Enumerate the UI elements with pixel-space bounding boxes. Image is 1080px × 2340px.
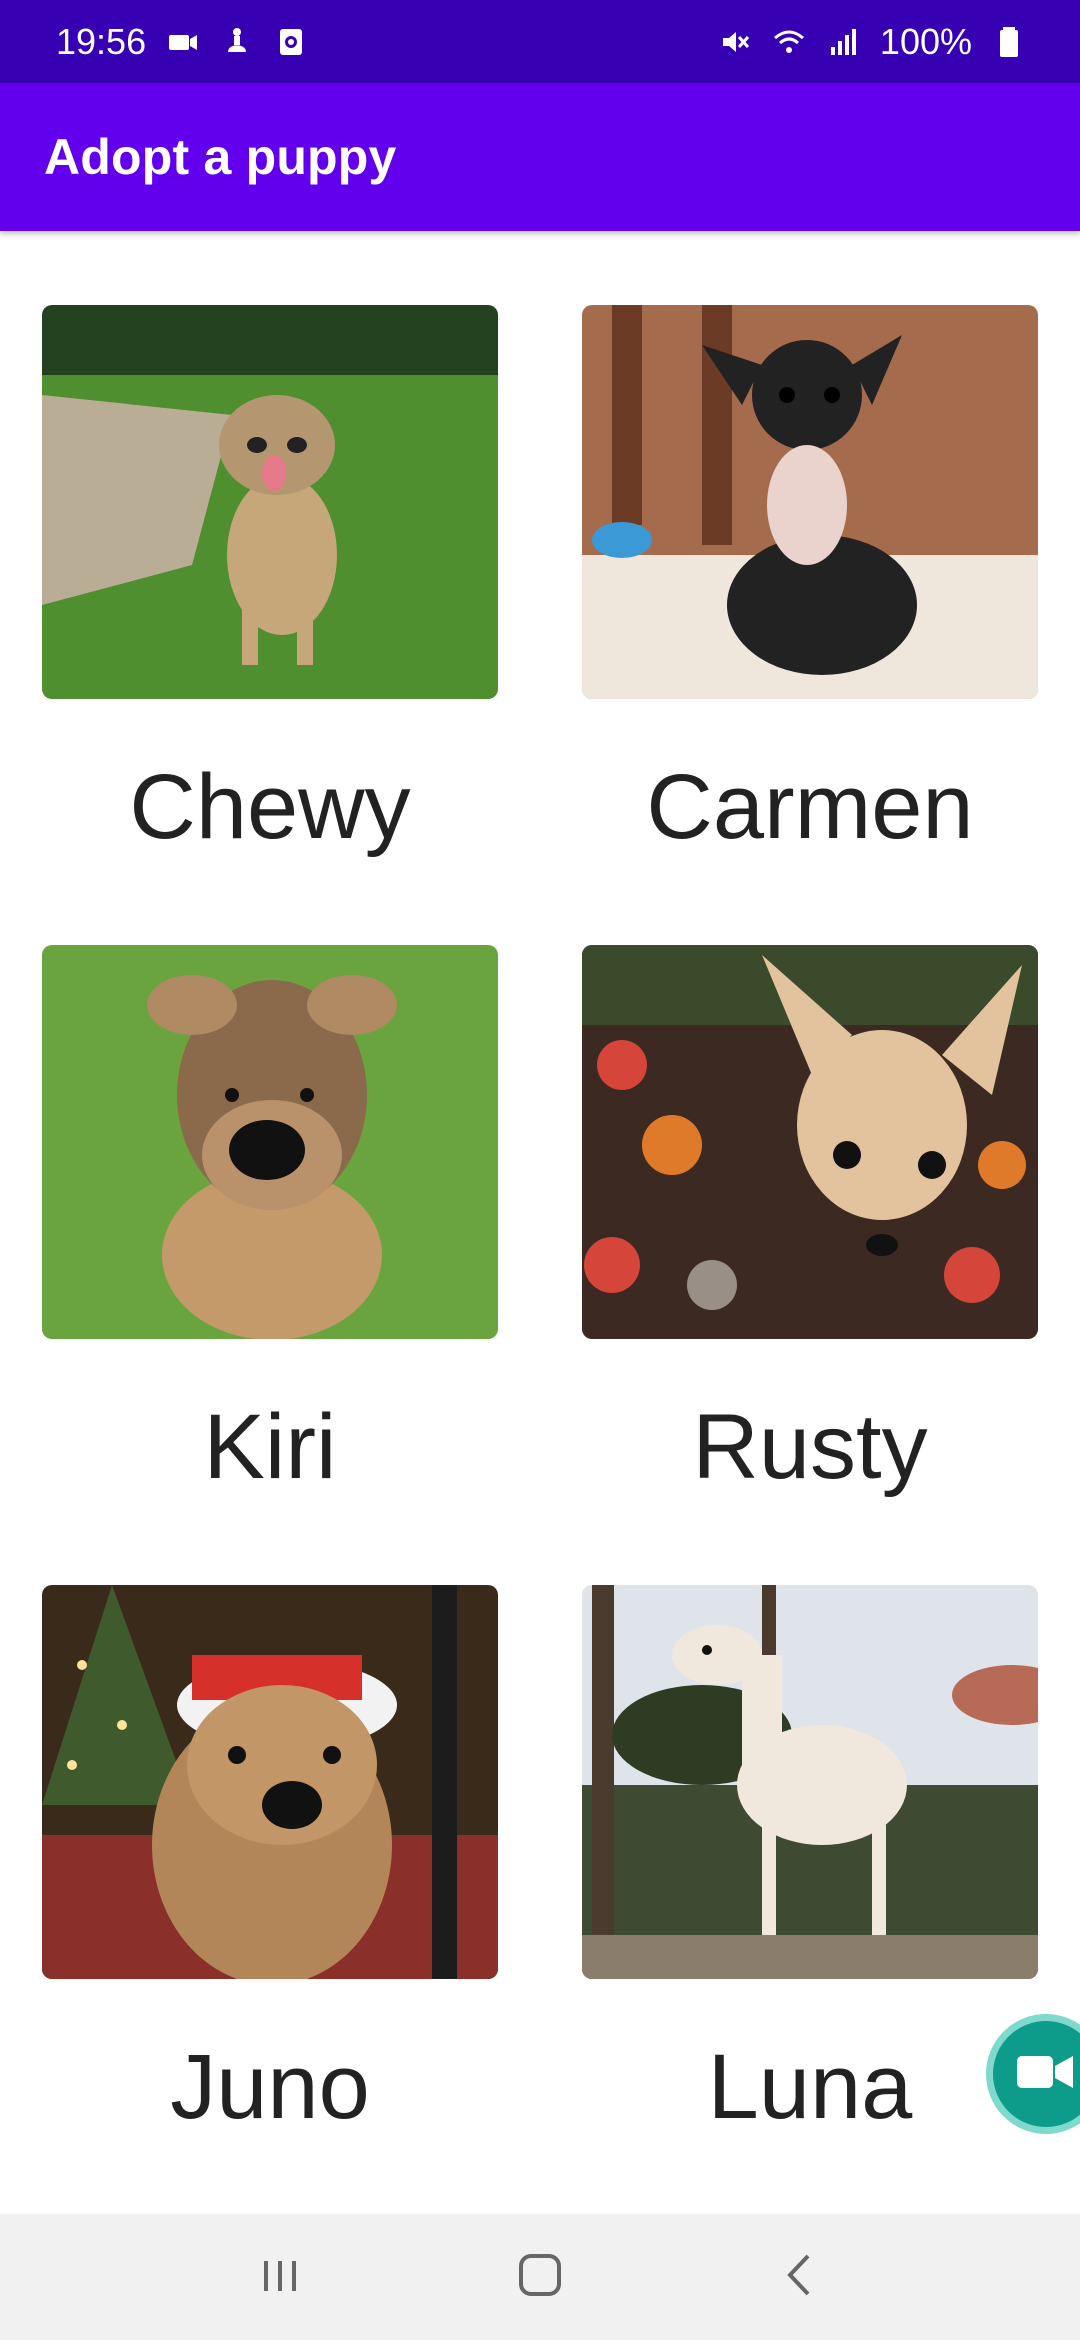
puppy-card-luna[interactable]: Luna (582, 1585, 1038, 2137)
puppy-photo[interactable] (582, 305, 1038, 699)
puppy-card-chewy[interactable]: Chewy (42, 305, 498, 857)
puppy-card-juno[interactable]: Juno (42, 1585, 498, 2137)
puppy-photo[interactable] (42, 945, 498, 1339)
puppy-card-carmen[interactable]: Carmen (582, 305, 1038, 857)
puppy-photo[interactable] (582, 1585, 1038, 1979)
puppy-card-rusty[interactable]: Rusty (582, 945, 1038, 1497)
signal-icon (826, 25, 860, 59)
puppy-name: Chewy (129, 756, 411, 858)
accessibility-icon (220, 25, 254, 59)
puppy-name: Juno (170, 2036, 370, 2138)
recent-apps-button[interactable] (235, 2232, 325, 2322)
mute-icon (718, 25, 752, 59)
puppy-name: Rusty (692, 1396, 928, 1498)
battery-percent: 100% (879, 20, 972, 62)
battery-icon (992, 25, 1026, 59)
recent-apps-icon (258, 2253, 302, 2302)
home-button[interactable] (495, 2232, 585, 2322)
puppy-name: Kiri (203, 1396, 337, 1498)
page-title: Adopt a puppy (44, 129, 397, 185)
back-icon (778, 2250, 822, 2305)
wifi-icon (772, 25, 806, 59)
home-icon (515, 2250, 565, 2305)
puppy-photo[interactable] (42, 1585, 498, 1979)
puppy-card-kiri[interactable]: Kiri (42, 945, 498, 1497)
screen-record-icon (274, 25, 308, 59)
status-bar: 19:56 100% (0, 0, 1080, 83)
status-time: 19:56 (56, 20, 147, 62)
app-bar: Adopt a puppy (0, 83, 1080, 231)
puppy-photo[interactable] (582, 945, 1038, 1339)
navigation-bar (0, 2214, 1080, 2340)
video-call-icon (1015, 2052, 1075, 2097)
video-icon (166, 25, 200, 59)
puppy-name: Luna (707, 2036, 913, 2138)
back-button[interactable] (755, 2232, 845, 2322)
puppy-photo[interactable] (42, 305, 498, 699)
puppy-name: Carmen (646, 756, 974, 858)
